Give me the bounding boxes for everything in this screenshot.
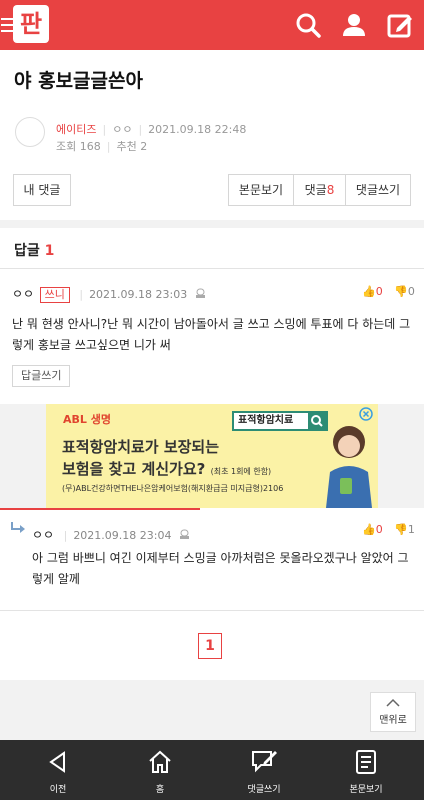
- replies-header: 답글 1: [14, 240, 54, 260]
- post-recommends: 추천 2: [116, 140, 148, 153]
- nav-write-comment[interactable]: 댓글쓰기: [212, 740, 316, 800]
- bottom-nav: 이전 홈 댓글쓰기 본문보기: [0, 740, 424, 800]
- document-icon: [356, 750, 376, 774]
- comment-datetime: 2021.09.18 23:03: [89, 288, 188, 301]
- reply-arrow-icon: [11, 522, 25, 533]
- nav-home[interactable]: 홈: [108, 740, 212, 800]
- ad-footer: (무)ABL건강하면THE나은암케어보험(해지환급금 미지급형)2106: [62, 484, 284, 493]
- comment-votes: 👍0 👎0: [362, 285, 415, 298]
- divider-line: [0, 268, 424, 269]
- ad-headline-1: 표적항암치료가 보장되는: [62, 438, 220, 456]
- post-datetime: 2021.09.18 22:48: [148, 123, 247, 136]
- reply-datetime: 2021.09.18 23:04: [73, 529, 172, 542]
- post-nickname: ㅇㅇ: [112, 123, 133, 136]
- ad-headline-note: (최초 1회에 한함): [210, 467, 272, 476]
- chevron-up-icon: [386, 698, 400, 707]
- comments-count: 8: [326, 183, 335, 197]
- comment-nickname: ㅇㅇ: [12, 287, 35, 301]
- comment-write-icon: [252, 751, 277, 773]
- to-top-button[interactable]: 맨위로: [370, 692, 416, 732]
- write-icon[interactable]: [386, 11, 414, 39]
- ad-search-text: 표적항암치료: [238, 415, 294, 426]
- page-number-current[interactable]: 1: [198, 633, 222, 659]
- ad-person-image: [326, 426, 372, 508]
- ad-info-icon[interactable]: [358, 406, 374, 422]
- ad-headline-2: 보험을 찾고 계신가요? (최초 1회에 한함): [62, 458, 271, 479]
- footer-background: [0, 680, 424, 740]
- reply-meta: ㅇㅇ | 2021.09.18 23:04: [32, 526, 190, 543]
- report-icon[interactable]: [195, 288, 206, 299]
- logo[interactable]: 판: [13, 5, 49, 43]
- ad-underline: [0, 508, 200, 510]
- thumbs-up-icon[interactable]: 👍: [362, 523, 376, 536]
- nav-write-comment-label: 댓글쓰기: [247, 785, 281, 795]
- top-bar: 판: [0, 0, 424, 50]
- ad-headline-2-text: 보험을 찾고 계신가요?: [62, 460, 206, 478]
- ad-banner[interactable]: ABL 생명 표적항암치료 표적항암치료가 보장되는 보험을 찾고 계신가요? …: [46, 404, 378, 508]
- comment-meta: ㅇㅇ 쓰니 | 2021.09.18 23:03: [12, 285, 206, 303]
- reply-dislikes: 1: [407, 523, 415, 536]
- comment-text: 난 뭐 현생 안사니?난 뭐 시간이 남아돌아서 글 쓰고 스밍에 투표에 다 …: [12, 317, 411, 352]
- home-icon: [149, 750, 171, 773]
- thumbs-down-icon[interactable]: 👎: [394, 523, 408, 536]
- avatar: [15, 117, 45, 147]
- write-comment-button[interactable]: 댓글쓰기: [345, 174, 411, 206]
- reply-text: 아 그럼 바쁘니 여긴 이제부터 스밍글 아까처럼은 못올라오겠구나 알았어 그…: [32, 551, 409, 586]
- replies-count: 1: [44, 243, 55, 259]
- post-title: 야 홍보글글쓴아: [14, 70, 143, 92]
- user-icon[interactable]: [340, 11, 368, 39]
- replies-label: 답글: [14, 243, 40, 259]
- nav-view-post[interactable]: 본문보기: [314, 740, 418, 800]
- comments-label: 댓글: [304, 183, 327, 197]
- nav-prev-label: 이전: [49, 785, 67, 795]
- section-divider: [0, 220, 424, 228]
- post-author[interactable]: 에이티즈: [56, 123, 96, 136]
- report-icon[interactable]: [179, 529, 190, 540]
- nav-prev[interactable]: 이전: [6, 740, 110, 800]
- divider-line: [0, 610, 424, 611]
- thumbs-down-icon[interactable]: 👎: [394, 285, 408, 298]
- menu-icon[interactable]: [0, 14, 14, 34]
- post-meta: 에이티즈 | ㅇㅇ | 2021.09.18 22:48: [56, 123, 247, 136]
- author-tag: 쓰니: [39, 287, 70, 303]
- my-comments-button[interactable]: 내 댓글: [13, 174, 71, 206]
- post-stats: 조회 168 | 추천 2: [56, 140, 148, 153]
- ad-brand: ABL 생명: [63, 413, 111, 426]
- thumbs-up-icon[interactable]: 👍: [362, 285, 376, 298]
- comment-dislikes: 0: [407, 285, 415, 298]
- to-top-label: 맨위로: [379, 715, 407, 726]
- ad-search-box: 표적항암치료: [232, 411, 328, 431]
- nav-home-label: 홈: [155, 785, 165, 795]
- comments-count-button[interactable]: 댓글8: [293, 174, 346, 206]
- comment-likes: 0: [375, 285, 383, 298]
- search-icon[interactable]: [294, 11, 322, 39]
- view-post-button[interactable]: 본문보기: [228, 174, 294, 206]
- reply-button[interactable]: 답글쓰기: [12, 365, 71, 387]
- reply-votes: 👍0 👎1: [362, 523, 415, 536]
- post-views: 조회 168: [56, 140, 101, 153]
- reply-likes: 0: [375, 523, 383, 536]
- nav-view-post-label: 본문보기: [349, 785, 383, 795]
- reply-nickname: ㅇㅇ: [32, 528, 55, 542]
- back-icon: [49, 751, 65, 773]
